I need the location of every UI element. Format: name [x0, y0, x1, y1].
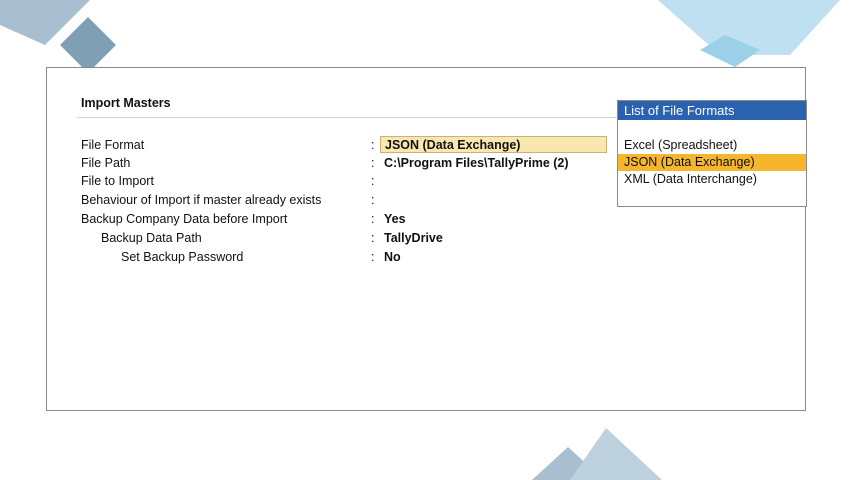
set-backup-password-field[interactable]: No [384, 248, 401, 266]
file-format-option-excel[interactable]: Excel (Spreadsheet) [618, 137, 806, 154]
title-divider [77, 117, 617, 118]
field-label-file-to-import: File to Import [81, 174, 154, 188]
field-separator: : [371, 174, 375, 188]
backup-data-path-field[interactable]: TallyDrive [384, 229, 443, 247]
field-separator: : [371, 212, 375, 226]
field-separator: : [371, 193, 375, 207]
decor-diamond-top-left [60, 17, 116, 73]
field-row-set-backup-password[interactable]: Set Backup Password : No [47, 248, 617, 266]
field-separator: : [371, 250, 375, 264]
field-separator: : [371, 156, 375, 170]
field-row-file-format[interactable]: File Format : JSON (Data Exchange) [47, 136, 617, 154]
file-path-field[interactable]: C:\Program Files\TallyPrime (2) [384, 154, 569, 172]
file-format-field[interactable]: JSON (Data Exchange) [380, 136, 607, 153]
field-label-backup-data-path: Backup Data Path [101, 231, 202, 245]
field-label-file-path: File Path [81, 156, 131, 170]
field-separator: : [371, 138, 375, 152]
field-row-backup-data-path[interactable]: Backup Data Path : TallyDrive [47, 229, 617, 247]
field-row-file-to-import[interactable]: File to Import : [47, 172, 617, 190]
field-row-file-path[interactable]: File Path : C:\Program Files\TallyPrime … [47, 154, 617, 172]
field-row-backup-company-data[interactable]: Backup Company Data before Import : Yes [47, 210, 617, 228]
field-separator: : [371, 231, 375, 245]
field-label-file-format: File Format [81, 138, 145, 152]
field-row-import-behaviour[interactable]: Behaviour of Import if master already ex… [47, 191, 617, 209]
page-title: Import Masters [81, 96, 171, 110]
file-format-option-json[interactable]: JSON (Data Exchange) [618, 154, 806, 171]
decor-triangle-bottom-2 [570, 428, 662, 480]
panel-spacer [618, 120, 806, 137]
import-masters-window: Import Masters File Format : JSON (Data … [46, 67, 807, 411]
field-label-set-backup-password: Set Backup Password [121, 250, 244, 264]
field-label-backup-company-data: Backup Company Data before Import [81, 212, 288, 226]
backup-company-data-field[interactable]: Yes [384, 210, 406, 228]
file-format-list-title: List of File Formats [618, 101, 806, 120]
field-label-import-behaviour: Behaviour of Import if master already ex… [81, 193, 322, 207]
file-format-list-panel: List of File Formats Excel (Spreadsheet)… [617, 100, 807, 207]
file-format-option-xml[interactable]: XML (Data Interchange) [618, 171, 806, 188]
